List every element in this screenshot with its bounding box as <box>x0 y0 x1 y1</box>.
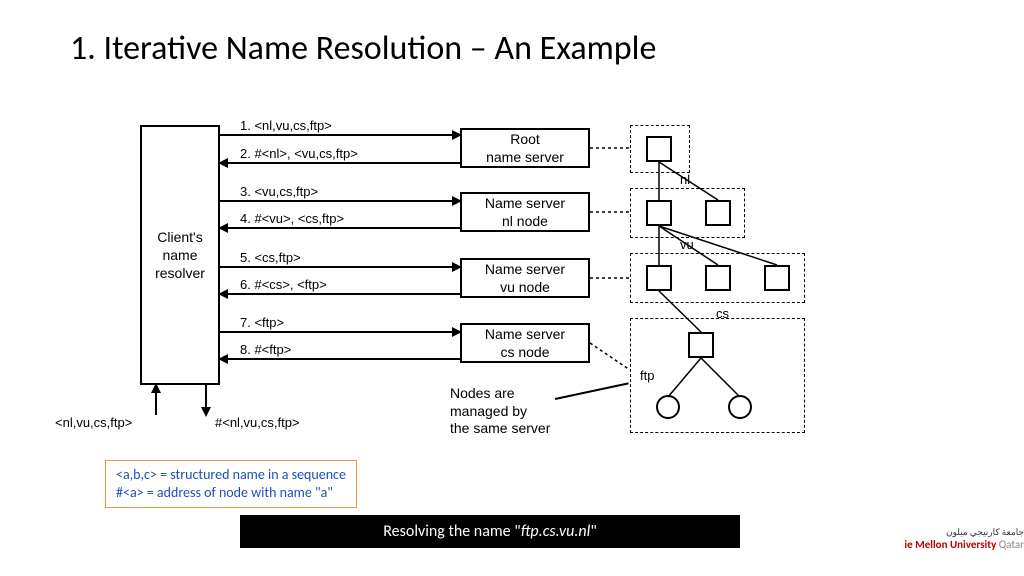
msg3-arrow <box>220 200 460 202</box>
vu-label: vu <box>680 237 694 252</box>
resolution-diagram: Client's name resolver <nl,vu,cs,ftp> #<… <box>100 110 900 450</box>
msg3-label: 3. <vu,cs,ftp> <box>240 184 318 199</box>
msg6-arrow <box>220 293 460 295</box>
input-arrow <box>155 385 157 415</box>
managed-note: Nodes are managed by the same server <box>450 385 550 438</box>
legend-line2: #<a> = address of node with name "a" <box>116 484 346 502</box>
msg8-label: 8. #<ftp> <box>240 342 291 357</box>
logo-sub: Qatar <box>996 538 1024 551</box>
msg4-label: 4. #<vu>, <cs,ftp> <box>240 211 344 226</box>
server-tree-connectors <box>588 110 648 390</box>
output-arrow <box>205 385 207 415</box>
root-server-box: Root name server <box>460 128 590 168</box>
input-label: <nl,vu,cs,ftp> <box>55 415 132 430</box>
nl-label: nl <box>680 172 690 187</box>
msg5-arrow <box>220 266 460 268</box>
footer-name: ftp.cs.vu.nl <box>521 522 591 541</box>
cs-server-box: Name server cs node <box>460 323 590 363</box>
slide-title: 1. Iterative Name Resolution – An Exampl… <box>70 28 656 69</box>
legend-box: <a,b,c> = structured name in a sequence … <box>105 460 357 508</box>
msg1-arrow <box>220 134 460 136</box>
label: Name server nl node <box>485 194 565 230</box>
msg7-label: 7. <ftp> <box>240 315 284 330</box>
msg6-label: 6. #<cs>, <ftp> <box>240 277 327 292</box>
msg2-arrow <box>220 162 460 164</box>
legend-line1: <a,b,c> = structured name in a sequence <box>116 466 346 484</box>
footer-suffix: " <box>590 522 596 541</box>
label: Root name server <box>486 130 564 166</box>
label: Name server vu node <box>485 260 565 296</box>
footer-bar: Resolving the name "ftp.cs.vu.nl" <box>240 515 740 548</box>
msg1-label: 1. <nl,vu,cs,ftp> <box>240 118 332 133</box>
label: Name server cs node <box>485 325 565 361</box>
msg7-arrow <box>220 331 460 333</box>
cs-label: cs <box>716 306 729 321</box>
output-label: #<nl,vu,cs,ftp> <box>215 415 300 430</box>
client-resolver-box: Client's name resolver <box>140 125 220 385</box>
footer-prefix: Resolving the name " <box>383 522 520 541</box>
university-logo: جامعة كارنيجي ميلون ie Mellon University… <box>904 527 1024 551</box>
nl-server-box: Name server nl node <box>460 192 590 232</box>
msg4-arrow <box>220 227 460 229</box>
msg5-label: 5. <cs,ftp> <box>240 250 301 265</box>
client-label: Client's name resolver <box>155 228 205 283</box>
msg8-arrow <box>220 358 460 360</box>
tree-lines <box>630 125 830 445</box>
msg2-label: 2. #<nl>, <vu,cs,ftp> <box>240 146 358 161</box>
logo-main: ie Mellon University <box>904 538 996 551</box>
vu-server-box: Name server vu node <box>460 258 590 298</box>
